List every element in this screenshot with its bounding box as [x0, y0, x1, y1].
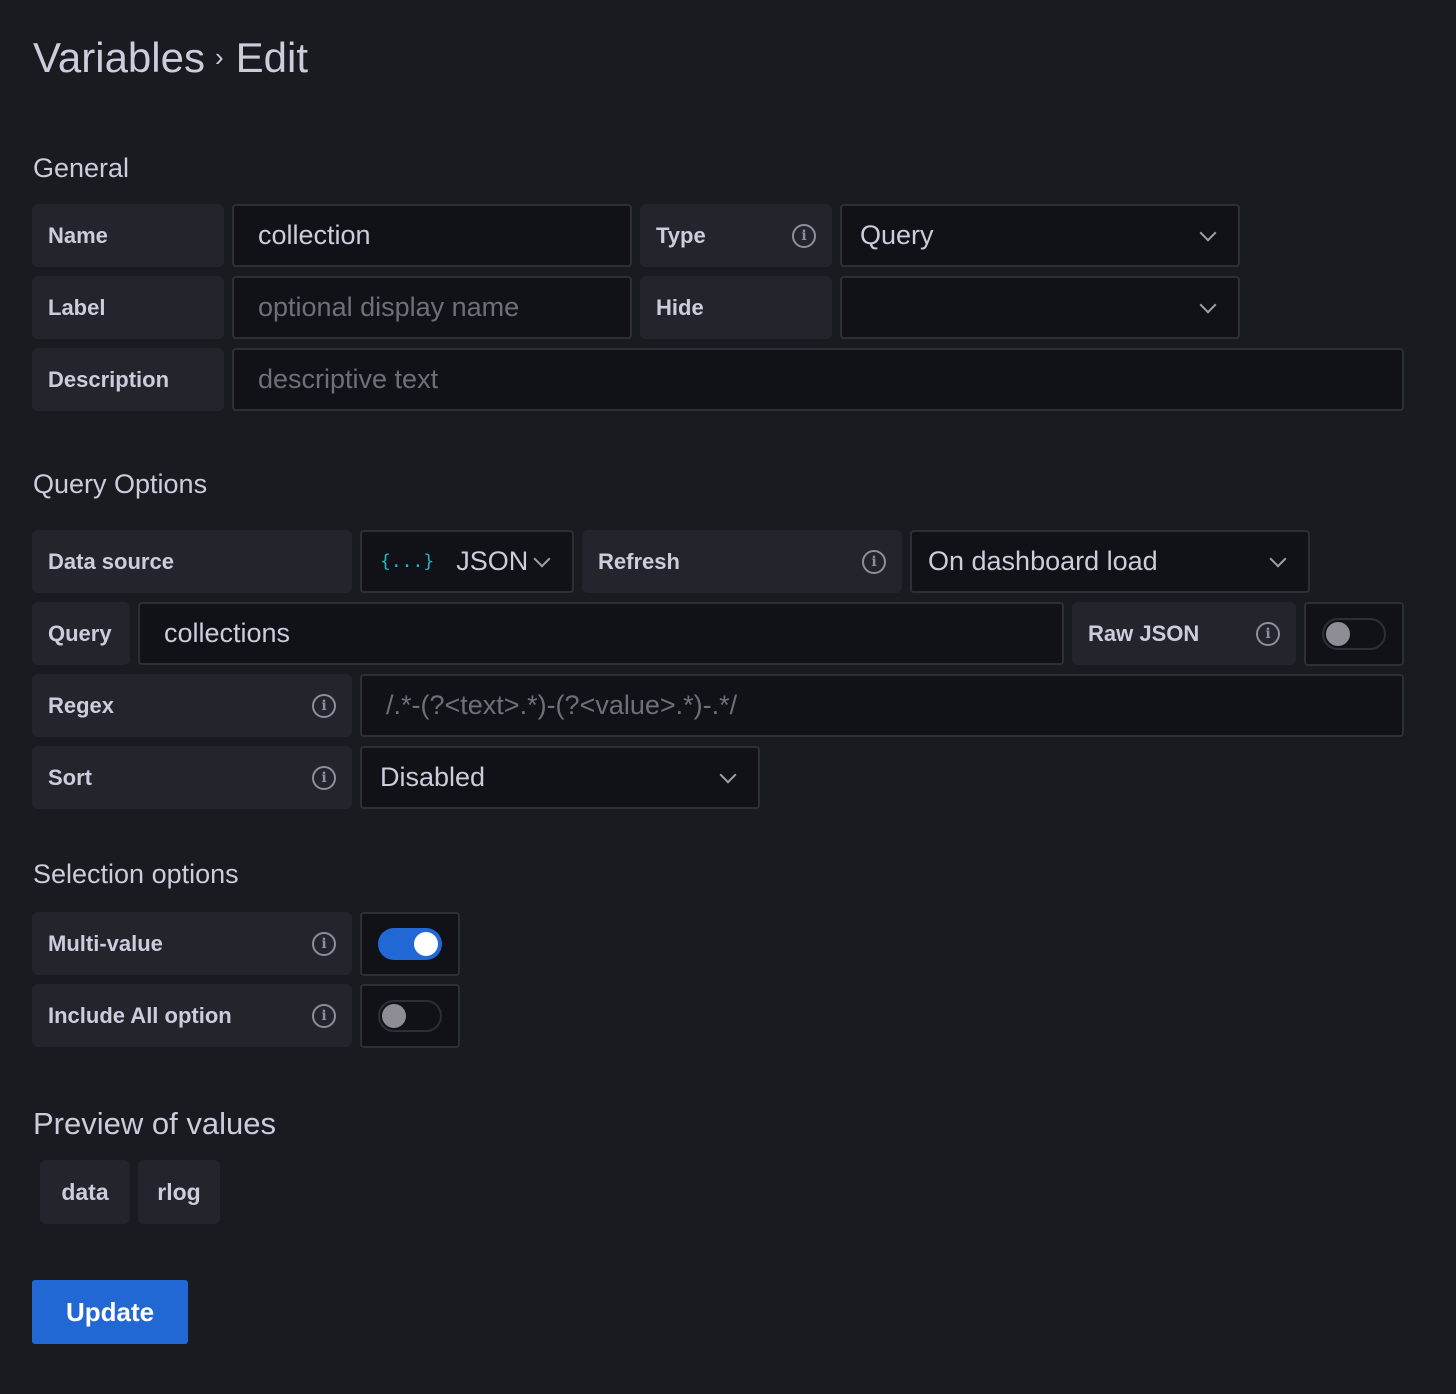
section-title-general: General: [33, 153, 130, 183]
refresh-label-text: Refresh: [598, 548, 680, 574]
type-label: Type i: [640, 204, 832, 267]
toggle-knob: [414, 932, 438, 956]
label-label: Label: [32, 276, 224, 339]
regex-label: Regex i: [32, 674, 352, 737]
multi-value-switch-container: [360, 912, 460, 976]
toggle-knob: [1326, 622, 1350, 646]
chevron-down-icon: [1269, 550, 1287, 567]
datasource-label-text: Data source: [48, 548, 174, 574]
raw-json-label: Raw JSON i: [1072, 602, 1296, 665]
name-input[interactable]: collection: [232, 204, 632, 267]
chevron-down-icon: [1199, 296, 1217, 313]
label-label-text: Label: [48, 294, 106, 320]
query-label-text: Query: [48, 620, 112, 646]
info-icon[interactable]: i: [862, 549, 886, 574]
sort-select[interactable]: Disabled: [360, 746, 760, 809]
query-input[interactable]: collections: [138, 602, 1064, 665]
hide-label: Hide: [640, 276, 832, 339]
info-icon[interactable]: i: [312, 1003, 336, 1028]
datasource-select[interactable]: {...} JSON: [360, 530, 574, 593]
include-all-label: Include All option i: [32, 984, 352, 1047]
type-select-value: Query: [860, 220, 934, 250]
description-label-text: Description: [48, 366, 170, 392]
info-icon[interactable]: i: [792, 223, 816, 248]
breadcrumb-parent[interactable]: Variables: [33, 34, 205, 82]
refresh-select-value: On dashboard load: [928, 546, 1158, 576]
update-button[interactable]: Update: [32, 1280, 188, 1344]
include-all-toggle[interactable]: [378, 1000, 442, 1032]
hide-label-text: Hide: [656, 294, 704, 320]
breadcrumb: Variables › Edit: [33, 34, 308, 82]
include-all-switch-container: [360, 984, 460, 1048]
name-label-text: Name: [48, 222, 108, 248]
info-icon[interactable]: i: [1256, 621, 1280, 646]
regex-label-text: Regex: [48, 692, 115, 718]
section-title-preview: Preview of values: [33, 1106, 276, 1141]
chevron-down-icon: [719, 766, 737, 783]
toggle-knob: [382, 1004, 406, 1028]
section-title-selection-options: Selection options: [33, 859, 239, 889]
refresh-select[interactable]: On dashboard load: [910, 530, 1310, 593]
section-title-query-options: Query Options: [33, 469, 208, 499]
json-datasource-icon: {...}: [380, 551, 435, 572]
info-icon[interactable]: i: [312, 765, 336, 790]
raw-json-switch-container: [1304, 602, 1404, 666]
breadcrumb-separator-icon: ›: [214, 41, 224, 72]
preview-value-chip: data: [40, 1160, 130, 1224]
include-all-label-text: Include All option: [48, 1002, 232, 1028]
multi-value-label: Multi-value i: [32, 912, 352, 975]
raw-json-toggle[interactable]: [1322, 618, 1386, 650]
chevron-down-icon: [533, 550, 551, 567]
multi-value-toggle[interactable]: [378, 928, 442, 960]
query-label: Query: [32, 602, 130, 665]
sort-label-text: Sort: [48, 764, 92, 790]
refresh-label: Refresh i: [582, 530, 902, 593]
description-input[interactable]: descriptive text: [232, 348, 1404, 411]
datasource-select-value: JSON: [456, 546, 529, 576]
name-label: Name: [32, 204, 224, 267]
sort-label: Sort i: [32, 746, 352, 809]
label-input[interactable]: optional display name: [232, 276, 632, 339]
description-label: Description: [32, 348, 224, 411]
info-icon[interactable]: i: [312, 693, 336, 718]
raw-json-label-text: Raw JSON: [1088, 620, 1200, 646]
multi-value-label-text: Multi-value: [48, 930, 163, 956]
regex-input[interactable]: /.*-(?<text>.*)-(?<value>.*)-.*/: [360, 674, 1404, 737]
type-label-text: Type: [656, 222, 706, 248]
sort-select-value: Disabled: [380, 762, 486, 792]
chevron-down-icon: [1199, 224, 1217, 241]
info-icon[interactable]: i: [312, 931, 336, 956]
breadcrumb-current: Edit: [235, 34, 309, 81]
preview-value-chip: rlog: [138, 1160, 220, 1224]
datasource-label: Data source: [32, 530, 352, 593]
hide-select[interactable]: [840, 276, 1240, 339]
type-select[interactable]: Query: [840, 204, 1240, 267]
